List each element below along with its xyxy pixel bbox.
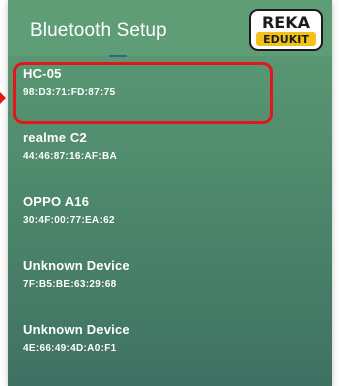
device-item[interactable]: OPPO A16 30:4F:00:77:EA:62 [8, 184, 332, 248]
device-name: realme C2 [23, 130, 87, 145]
device-item[interactable]: realme C2 44:46:87:16:AF:BA [8, 120, 332, 184]
device-mac: 30:4F:00:77:EA:62 [23, 215, 115, 226]
logo-text-line2: EDUKIT [263, 33, 309, 46]
phone-screen: Bluetooth Setup REKA EDUKIT HC-05 98:D3:… [8, 0, 332, 386]
device-mac: 7F:B5:BE:63:29:68 [23, 279, 117, 290]
selection-highlight-box [13, 62, 273, 124]
page-title: Bluetooth Setup [30, 20, 167, 41]
annotation-arrow-icon [0, 92, 6, 104]
device-name: Unknown Device [23, 322, 130, 337]
app-bar: Bluetooth Setup REKA EDUKIT [8, 0, 332, 57]
reka-edukit-logo: REKA EDUKIT [249, 9, 323, 51]
device-mac: 4E:66:49:4D:A0:F1 [23, 343, 117, 354]
logo-text-line1: REKA [262, 13, 311, 32]
device-name: Unknown Device [23, 258, 130, 273]
device-item[interactable]: Unknown Device 7F:B5:BE:63:29:68 [8, 248, 332, 312]
device-name: OPPO A16 [23, 194, 90, 209]
device-item[interactable]: Unknown Device 4E:66:49:4D:A0:F1 [8, 312, 332, 376]
device-mac: 44:46:87:16:AF:BA [23, 151, 118, 162]
